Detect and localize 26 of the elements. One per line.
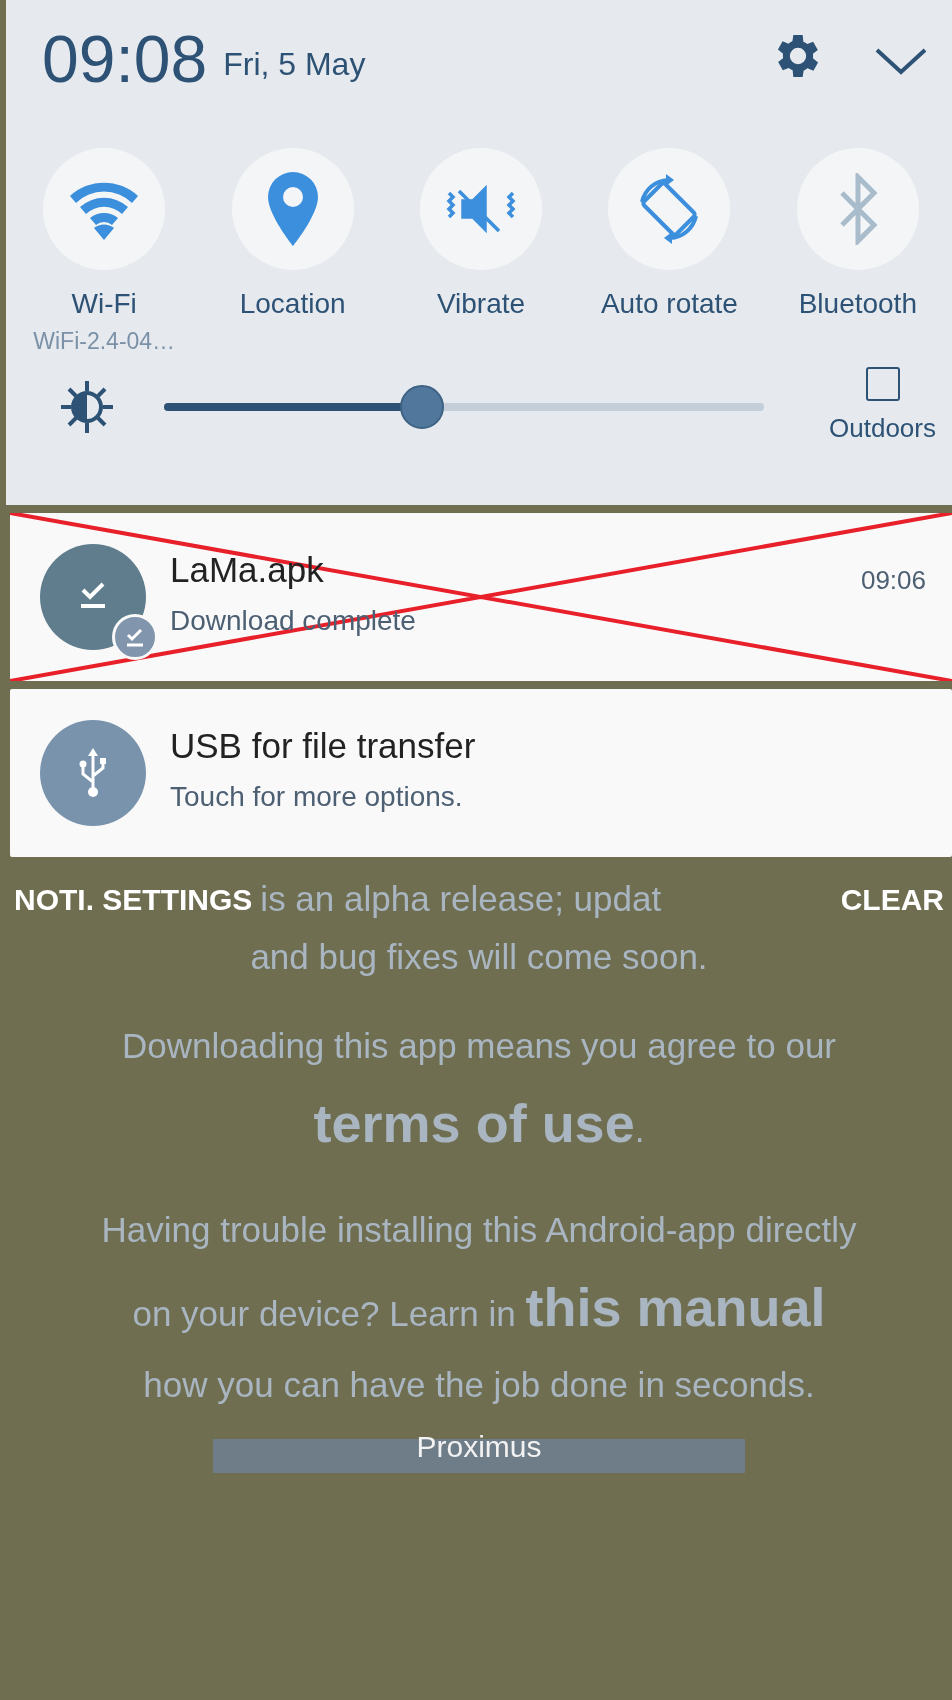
outdoors-label: Outdoors [829,411,936,445]
page-paragraph: Having trouble installing this Android-app directly on your device? Learn in this manual how you can have the job done in seconds. [100,1208,858,1407]
page-text: is an alpha release; updat [260,878,662,920]
tile-label: Auto rotate [599,287,739,321]
carrier-name: Proximus [416,1428,542,1465]
collapse-button[interactable] [874,46,928,76]
tile-label: Bluetooth [797,287,918,321]
map-pin-icon [267,172,318,246]
notification-settings-button[interactable]: NOTI. SETTINGS [14,876,253,922]
outdoors-checkbox[interactable] [865,366,900,401]
chevron-down-icon [874,46,928,76]
notification-title: USB for file transfer [170,724,477,767]
tile-label: Location [238,287,347,321]
notification-time: 09:06 [860,564,926,597]
brightness-slider-thumb[interactable] [400,385,444,430]
notification-title: LaMa.apk [170,548,325,591]
date-text: Fri, 5 May [223,45,366,84]
page-paragraph: Downloading this app means you agree to our terms of use. [120,1024,838,1155]
notification-text: Touch for more options. [170,780,464,815]
tile-sublabel: WiFi-2.4-04… [33,327,176,357]
clear-button[interactable]: CLEAR [840,876,944,922]
tile-label: Vibrate [435,287,527,321]
clock-time: 09:08 [42,26,208,92]
page-paragraph: and bug fixes will come soon. [249,935,709,978]
tile-label: Wi-Fi [70,287,138,321]
notification-card[interactable]: USB for file transfer Touch for more options. [10,689,952,857]
